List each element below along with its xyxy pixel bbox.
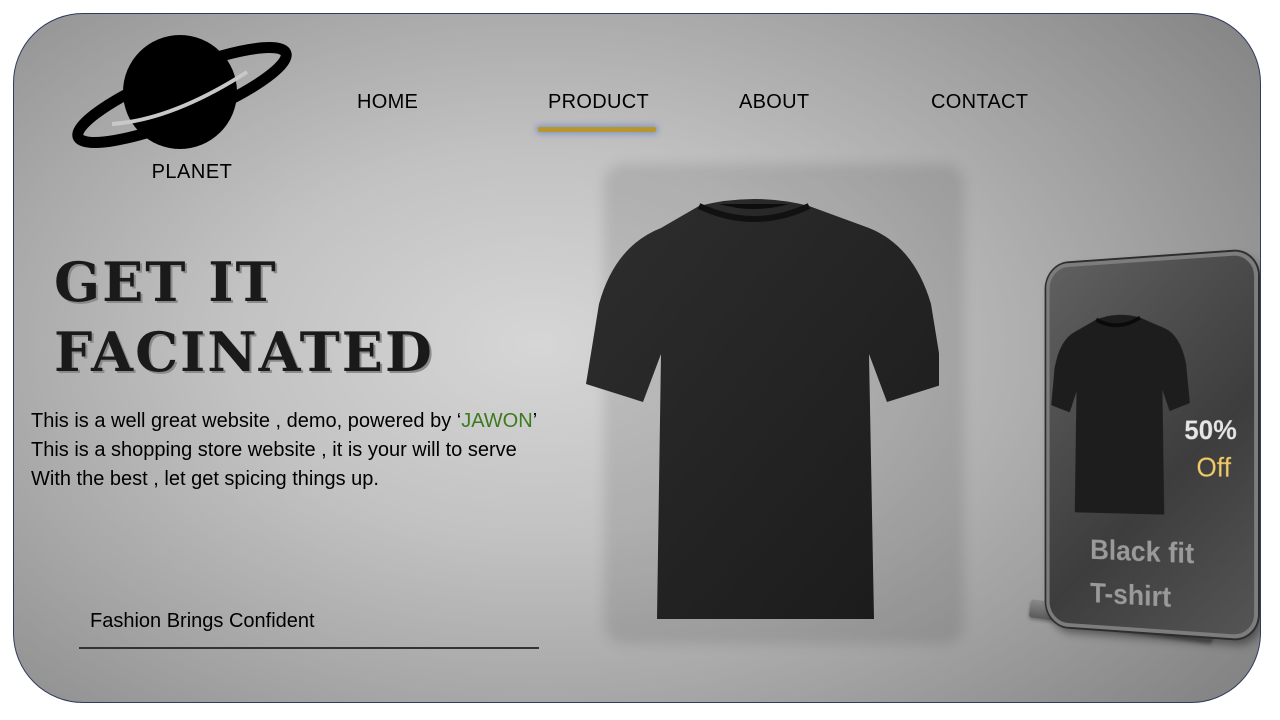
black-tshirt-image[interactable] <box>569 184 939 624</box>
product-card[interactable]: 50% Off Black fit T-shirt <box>1046 250 1258 640</box>
hero-description: This is a well great website , demo, pow… <box>31 407 537 494</box>
product-name-line-1: Black fit <box>1090 534 1195 571</box>
brand-name: PLANET <box>151 161 233 183</box>
nav-home[interactable]: HOME <box>357 91 418 114</box>
planet-icon[interactable] <box>72 32 292 152</box>
discount-percent: 50% <box>1184 414 1237 445</box>
powered-by-brand: JAWON <box>461 410 533 432</box>
desc-line-1: This is a well great website , demo, pow… <box>31 407 537 436</box>
product-name-line-2: T-shirt <box>1090 577 1172 614</box>
nav-contact[interactable]: CONTACT <box>931 91 1028 114</box>
headline-line-1: GET IT <box>54 250 278 314</box>
hero-headline: GET IT FACINATED <box>54 247 434 387</box>
nav-active-indicator <box>538 127 656 132</box>
headline-line-2: FACINATED <box>54 320 434 384</box>
desc-line-1-quote: ’ <box>532 410 538 432</box>
desc-line-2: This is a shopping store website , it is… <box>31 439 517 461</box>
desc-line-3: With the best , let get spicing things u… <box>31 468 379 490</box>
nav-product[interactable]: PRODUCT <box>548 91 649 114</box>
tagline: Fashion Brings Confident <box>90 610 315 632</box>
card-tshirt-image <box>1051 305 1190 516</box>
page-frame: PLANET HOME PRODUCT ABOUT CONTACT GET IT… <box>13 13 1261 703</box>
nav-about[interactable]: ABOUT <box>739 91 809 114</box>
product-name: Black fit T-shirt <box>1090 529 1194 622</box>
desc-line-1-text: This is a well great website , demo, pow… <box>31 410 462 432</box>
tagline-divider <box>79 647 539 649</box>
discount-off-label: Off <box>1196 451 1232 483</box>
